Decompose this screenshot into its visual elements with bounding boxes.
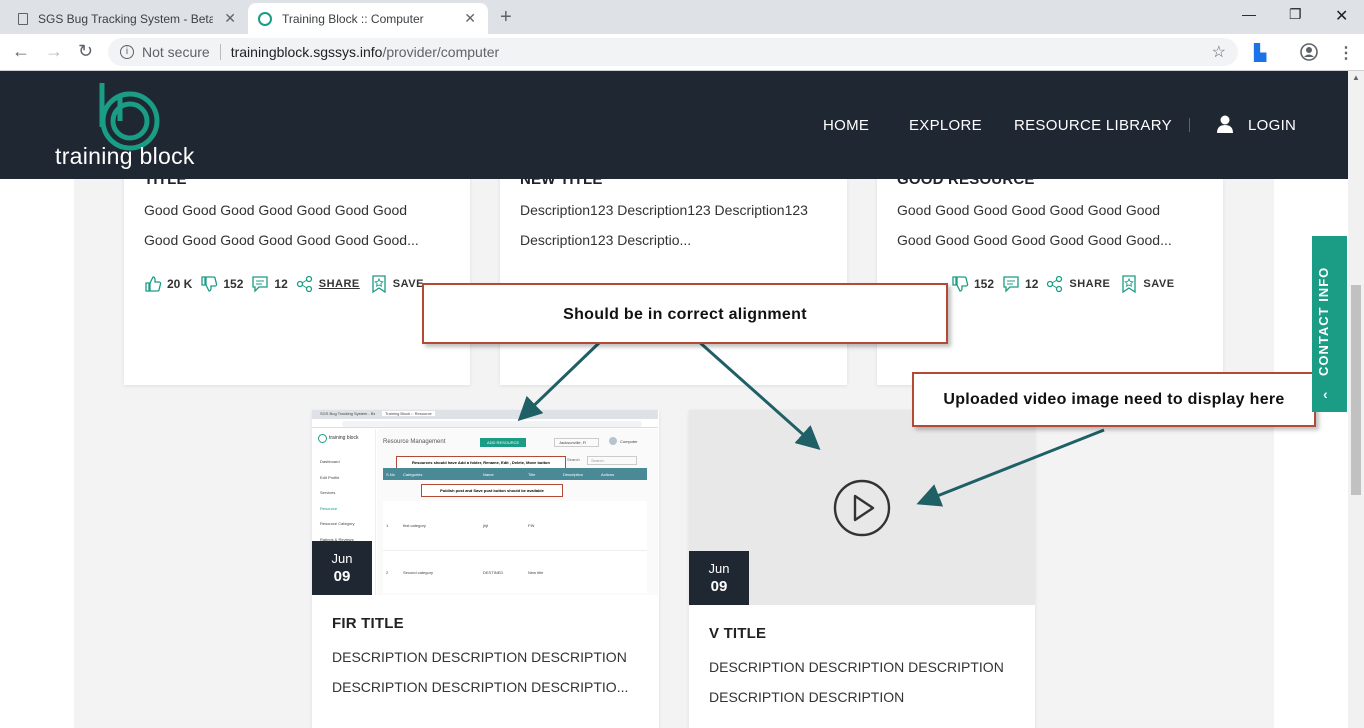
alignment-annotation: Should be in correct alignment bbox=[422, 283, 948, 344]
arrow-line bbox=[916, 428, 1105, 507]
arrow-line bbox=[696, 338, 821, 450]
contact-info-label: CONTACT INFO bbox=[1316, 266, 1331, 376]
annotation-arrows bbox=[517, 338, 1105, 507]
video-annotation: Uploaded video image need to display her… bbox=[912, 372, 1316, 427]
scrollbar-thumb[interactable] bbox=[1351, 285, 1361, 495]
scroll-up-arrow-icon[interactable]: ▲ bbox=[1352, 73, 1360, 82]
page-scrollbar[interactable]: ▲ bbox=[1348, 71, 1364, 728]
chevron-left-icon: ‹ bbox=[1323, 386, 1328, 402]
contact-info-tab[interactable]: CONTACT INFO ‹ bbox=[1312, 236, 1347, 412]
arrow-line bbox=[517, 340, 602, 422]
